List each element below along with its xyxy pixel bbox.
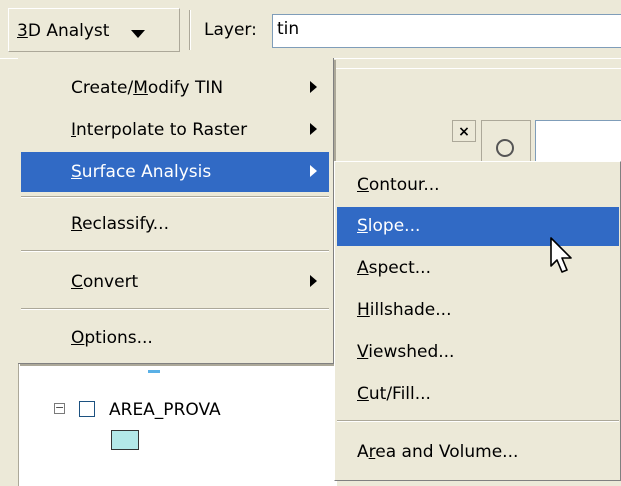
3d-analyst-menu-button[interactable]: 3D Analyst	[8, 8, 180, 52]
submenu-arrow-icon	[310, 123, 317, 135]
submenu-arrow-icon	[310, 275, 317, 287]
toolbar-separator	[189, 10, 191, 50]
layer-visibility-checkbox[interactable]	[79, 401, 95, 417]
close-icon[interactable]: ×	[452, 120, 476, 142]
menu-item-label: Create/Modify TIN	[71, 78, 224, 98]
submenu-item-label: Hillshade...	[357, 300, 452, 320]
3d-analyst-dropdown-menu: Create/Modify TIN Interpolate to Raster …	[18, 58, 334, 364]
layer-label: Layer:	[204, 20, 257, 40]
menu-item-label: Surface Analysis	[71, 162, 212, 182]
help-icon	[496, 139, 514, 157]
submenu-item-label: Aspect...	[357, 258, 431, 278]
collapse-icon[interactable]: −	[54, 402, 65, 414]
submenu-item-label: Viewshed...	[357, 342, 455, 362]
submenu-item-label: Cut/Fill...	[357, 384, 431, 404]
submenu-item-hillshade[interactable]: Hillshade...	[337, 291, 619, 330]
submenu-item-viewshed[interactable]: Viewshed...	[337, 333, 619, 372]
submenu-item-contour[interactable]: Contour...	[337, 166, 619, 205]
menu-item-convert[interactable]: Convert	[21, 262, 329, 302]
toolbar-3d-analyst: 3D Analyst Layer: tin	[0, 0, 621, 59]
submenu-item-slope[interactable]: Slope...	[337, 207, 619, 246]
menu-separator	[21, 196, 329, 198]
menu-separator	[21, 308, 329, 310]
menu-item-label: Options...	[71, 328, 153, 348]
submenu-arrow-icon	[310, 165, 317, 177]
surface-analysis-submenu: Contour... Slope... Aspect... Hillshade.…	[334, 161, 621, 481]
layer-symbol-line	[148, 370, 160, 373]
menu-item-label: Reclassify...	[71, 214, 169, 234]
layer-color-swatch	[111, 430, 139, 450]
menu-item-options[interactable]: Options...	[21, 318, 329, 358]
submenu-arrow-icon	[310, 81, 317, 93]
menu-item-reclassify[interactable]: Reclassify...	[21, 204, 329, 244]
submenu-item-area-and-volume[interactable]: Area and Volume...	[337, 433, 619, 472]
menu-separator	[337, 420, 619, 422]
3d-analyst-menu-label: 3D Analyst	[17, 21, 110, 41]
submenu-item-label: Contour...	[357, 175, 440, 195]
menu-item-interpolate-to-raster[interactable]: Interpolate to Raster	[21, 110, 329, 150]
submenu-item-label: Slope...	[357, 216, 421, 236]
submenu-item-cut-fill[interactable]: Cut/Fill...	[337, 375, 619, 414]
background-text-field[interactable]	[535, 120, 621, 166]
help-button[interactable]	[481, 120, 531, 166]
layer-name: AREA_PROVA	[109, 400, 221, 420]
layer-select[interactable]: tin	[272, 14, 621, 48]
menu-item-create-modify-tin[interactable]: Create/Modify TIN	[21, 68, 329, 108]
submenu-item-label: Area and Volume...	[357, 442, 519, 462]
menu-item-label: Interpolate to Raster	[71, 120, 248, 140]
dropdown-arrow-icon	[131, 30, 145, 38]
menu-item-label: Convert	[71, 272, 139, 292]
menu-separator	[21, 250, 329, 252]
submenu-item-aspect[interactable]: Aspect...	[337, 249, 619, 288]
mouse-cursor-icon	[550, 237, 572, 273]
background-toolbar-area	[335, 68, 621, 117]
menu-item-surface-analysis[interactable]: Surface Analysis	[21, 152, 329, 192]
